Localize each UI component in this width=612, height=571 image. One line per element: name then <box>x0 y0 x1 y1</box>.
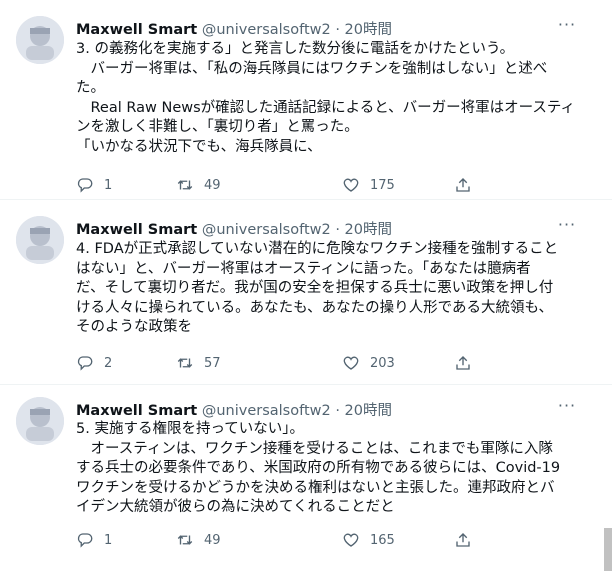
author-name[interactable]: Maxwell Smart <box>76 222 197 238</box>
tweet-text-line: Real Raw Newsが確認した通話記録によると、バーガー将軍はオースティ <box>76 99 576 116</box>
avatar[interactable] <box>16 397 64 445</box>
heart-icon <box>343 178 359 192</box>
reply-button[interactable]: 1 <box>76 530 112 550</box>
retweet-icon <box>177 358 193 368</box>
reply-count: 1 <box>104 532 113 548</box>
tweet-text-line: 「いかなる状況下でも、海兵隊員に、 <box>76 138 322 155</box>
like-count: 203 <box>370 355 395 371</box>
share-button[interactable] <box>454 353 482 373</box>
reply-button[interactable]: 2 <box>76 353 112 373</box>
reply-button[interactable]: 1 <box>76 175 112 195</box>
tweet-text-line: そのような政策を <box>76 319 192 336</box>
tweet-text-line: 5. 実施する権限を持っていない」。 <box>76 421 304 437</box>
tweet-text: 4. FDAが正式承認していない潜在的に危険なワクチン接種を強制すること はない… <box>76 240 596 338</box>
retweet-button[interactable]: 49 <box>176 530 221 550</box>
tweet-text: 3. の義務化を実施する」と発言した数分後に電話をかけたという。 バーガー将軍は… <box>76 40 596 158</box>
share-icon <box>456 356 470 370</box>
scrollbar[interactable] <box>604 528 612 571</box>
like-count: 165 <box>370 532 395 548</box>
author-handle[interactable]: @universalsoftw2 <box>202 22 331 38</box>
tweet[interactable]: Maxwell Smart @universalsoftw2 · 20時間 ··… <box>0 385 612 571</box>
retweet-button[interactable]: 49 <box>176 175 221 195</box>
timestamp[interactable]: 20時間 <box>345 22 392 38</box>
tweet-actions: 1 49 175 <box>76 175 496 195</box>
timestamp[interactable]: 20時間 <box>345 222 392 238</box>
heart-icon <box>343 533 359 547</box>
tweet-text-line: 4. FDAが正式承認していない潜在的に危険なワクチン接種を強制すること <box>76 241 559 257</box>
more-icon[interactable]: ··· <box>556 17 578 38</box>
timestamp[interactable]: 20時間 <box>345 403 392 419</box>
tweet[interactable]: Maxwell Smart @universalsoftw2 · 20時間 ··… <box>0 0 612 200</box>
tweet-actions: 2 57 203 <box>76 353 496 373</box>
share-icon <box>456 533 470 547</box>
heart-icon <box>343 356 359 370</box>
retweet-icon <box>177 535 193 545</box>
tweet-text-line: オースティンは、ワクチン接種を受けることは、これまでも軍隊に入隊 <box>76 440 553 457</box>
reply-icon <box>77 356 93 371</box>
separator-dot: · <box>335 22 340 38</box>
tweet[interactable]: Maxwell Smart @universalsoftw2 · 20時間 ··… <box>0 200 612 385</box>
reply-icon <box>77 533 93 548</box>
avatar[interactable] <box>16 216 64 264</box>
like-button[interactable]: 175 <box>342 175 395 195</box>
reply-icon <box>77 178 93 193</box>
tweet-actions: 1 49 165 <box>76 530 496 550</box>
retweet-count: 49 <box>204 532 221 548</box>
reply-count: 1 <box>104 177 113 193</box>
tweet-text-line: する兵士の必要条件であり、米国政府の所有物である彼らには、Covid-19 <box>76 460 561 477</box>
share-button[interactable] <box>454 175 482 195</box>
separator-dot: · <box>335 403 340 419</box>
like-button[interactable]: 165 <box>342 530 395 550</box>
more-icon[interactable]: ··· <box>556 398 578 419</box>
share-button[interactable] <box>454 530 482 550</box>
tweet-text-line: ワクチンを受けるかどうかを決める権利はないと主張した。連邦政府とバ <box>76 479 555 496</box>
share-icon <box>456 178 470 192</box>
tweet-text-line: イデン大統領が彼らの為に決めてくれることだと <box>76 499 395 516</box>
author-name[interactable]: Maxwell Smart <box>76 22 197 38</box>
more-icon[interactable]: ··· <box>556 217 578 238</box>
tweet-text-line: はない」と、バーガー将軍はオースティンに語った。「あなたは臆病者 <box>76 260 531 277</box>
reply-count: 2 <box>104 355 113 371</box>
retweet-icon <box>177 180 193 190</box>
tweet-text-line: ンを激しく非難し、「裏切り者」と罵った。 <box>76 119 359 136</box>
author-handle[interactable]: @universalsoftw2 <box>202 403 331 419</box>
retweet-button[interactable]: 57 <box>176 353 221 373</box>
separator-dot: · <box>335 222 340 238</box>
tweet-text-line: ける人々に操られている。あなたも、あなたの操り人形である大統領も、 <box>76 299 554 316</box>
like-count: 175 <box>370 177 395 193</box>
author-name[interactable]: Maxwell Smart <box>76 403 197 419</box>
tweet-text-line: バーガー将軍は、「私の海兵隊員にはワクチンを強制はしない」と述べ <box>76 60 548 77</box>
tweet-text-line: た。 <box>76 80 105 97</box>
author-handle[interactable]: @universalsoftw2 <box>202 222 331 238</box>
avatar[interactable] <box>16 16 64 64</box>
like-button[interactable]: 203 <box>342 353 395 373</box>
tweet-text-line: だ、そして裏切り者だ。我が国の安全を担保する兵士に悪い政策を押し付 <box>76 280 554 297</box>
retweet-count: 57 <box>204 355 221 371</box>
tweet-text: 5. 実施する権限を持っていない」。 オースティンは、ワクチン接種を受けることは… <box>76 420 596 518</box>
tweet-text-line: 3. の義務化を実施する」と発言した数分後に電話をかけたという。 <box>76 41 515 57</box>
retweet-count: 49 <box>204 177 221 193</box>
